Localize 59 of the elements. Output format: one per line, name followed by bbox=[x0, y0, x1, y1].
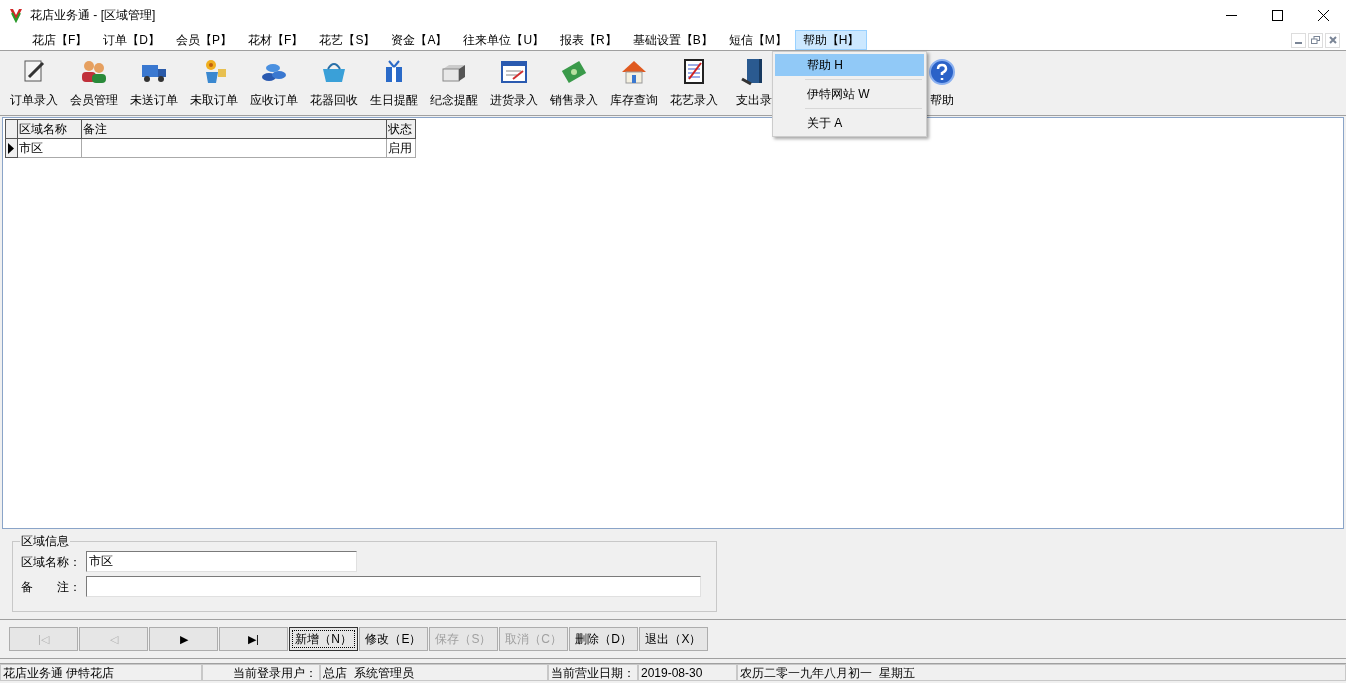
menu-item[interactable]: 短信【M】 bbox=[720, 30, 795, 50]
mdi-close-button[interactable] bbox=[1325, 32, 1340, 48]
close-icon bbox=[1317, 9, 1329, 21]
action-button[interactable]: 修改（E） bbox=[359, 627, 428, 651]
help-icon bbox=[927, 57, 957, 87]
input-field[interactable]: 市区 bbox=[86, 551, 357, 572]
toolbar-button[interactable]: 生日提醒 bbox=[364, 57, 424, 115]
field-label: 备 注： bbox=[21, 578, 82, 596]
app-icon bbox=[8, 7, 24, 23]
menu-item[interactable]: 订单【D】 bbox=[95, 30, 168, 50]
restore-icon bbox=[1311, 36, 1320, 44]
nav-button[interactable]: ▶| bbox=[219, 627, 288, 651]
window-title: 花店业务通 - [区域管理] bbox=[30, 7, 156, 24]
status-text: 总店 系统管理员 bbox=[320, 664, 548, 681]
nav-button[interactable]: ▶ bbox=[149, 627, 218, 651]
action-button[interactable]: 删除（D） bbox=[569, 627, 638, 651]
toolbar-button[interactable]: 未送订单 bbox=[124, 57, 184, 115]
mdi-restore-button[interactable] bbox=[1308, 32, 1323, 48]
action-button[interactable]: 新增（N） bbox=[289, 627, 358, 651]
toolbar-button[interactable]: 纪念提醒 bbox=[424, 57, 484, 115]
toolbar-button[interactable]: 花艺录入 bbox=[664, 57, 724, 115]
column-header[interactable]: 区域名称 bbox=[17, 119, 82, 139]
group-title: 区域信息 bbox=[20, 533, 70, 550]
menu-item[interactable]: 花店【F】 bbox=[24, 30, 96, 50]
action-button[interactable]: 退出（X） bbox=[639, 627, 708, 651]
maximize-icon bbox=[1271, 9, 1283, 21]
column-header[interactable]: 备注 bbox=[81, 119, 387, 139]
toolbar-button[interactable]: 花器回收 bbox=[304, 57, 364, 115]
menu-item[interactable]: 帮助 H bbox=[775, 54, 924, 76]
toolbar-button[interactable]: 进货录入 bbox=[484, 57, 544, 115]
toolbar-button[interactable]: 未取订单 bbox=[184, 57, 244, 115]
minimize-icon bbox=[1225, 14, 1237, 16]
toolbar-button[interactable]: 库存查询 bbox=[604, 57, 664, 115]
close-icon bbox=[1328, 36, 1337, 44]
menu-item[interactable]: 会员【P】 bbox=[168, 30, 241, 50]
toolbar-button[interactable]: 应收订单 bbox=[244, 57, 304, 115]
table-cell: 启用 bbox=[386, 138, 416, 158]
status-text: 当前营业日期： bbox=[548, 664, 638, 681]
table-cell: 市区 bbox=[17, 138, 82, 158]
menu-item[interactable]: 花艺【S】 bbox=[311, 30, 384, 50]
menu-item[interactable]: 基础设置【B】 bbox=[624, 30, 721, 50]
menu-item[interactable]: 往来单位【U】 bbox=[455, 30, 553, 50]
status-text: 2019-08-30 bbox=[638, 664, 737, 681]
toolbar-button[interactable]: 订单录入 bbox=[4, 57, 64, 115]
menu-item[interactable]: 花材【F】 bbox=[240, 30, 312, 50]
menu-item[interactable]: 帮助【H】 bbox=[794, 30, 868, 50]
column-header[interactable]: 状态 bbox=[386, 119, 416, 139]
input-field[interactable] bbox=[86, 576, 701, 597]
status-text: 农历二零一九年八月初一 星期五 bbox=[737, 664, 1346, 681]
toolbar-button[interactable]: 会员管理 bbox=[64, 57, 124, 115]
status-text: 花店业务通 伊特花店 bbox=[0, 664, 202, 681]
toolbar-button[interactable]: 销售录入 bbox=[544, 57, 604, 115]
status-text: 当前登录用户： bbox=[202, 664, 320, 681]
menu-item[interactable]: 报表【R】 bbox=[552, 30, 625, 50]
field-label: 区域名称： bbox=[21, 553, 82, 571]
mdi-minimize-button[interactable] bbox=[1291, 32, 1306, 48]
menu-item[interactable]: 资金【A】 bbox=[383, 30, 456, 50]
minimize-icon bbox=[1295, 41, 1302, 44]
menu-item[interactable]: 关于 A bbox=[775, 112, 924, 134]
